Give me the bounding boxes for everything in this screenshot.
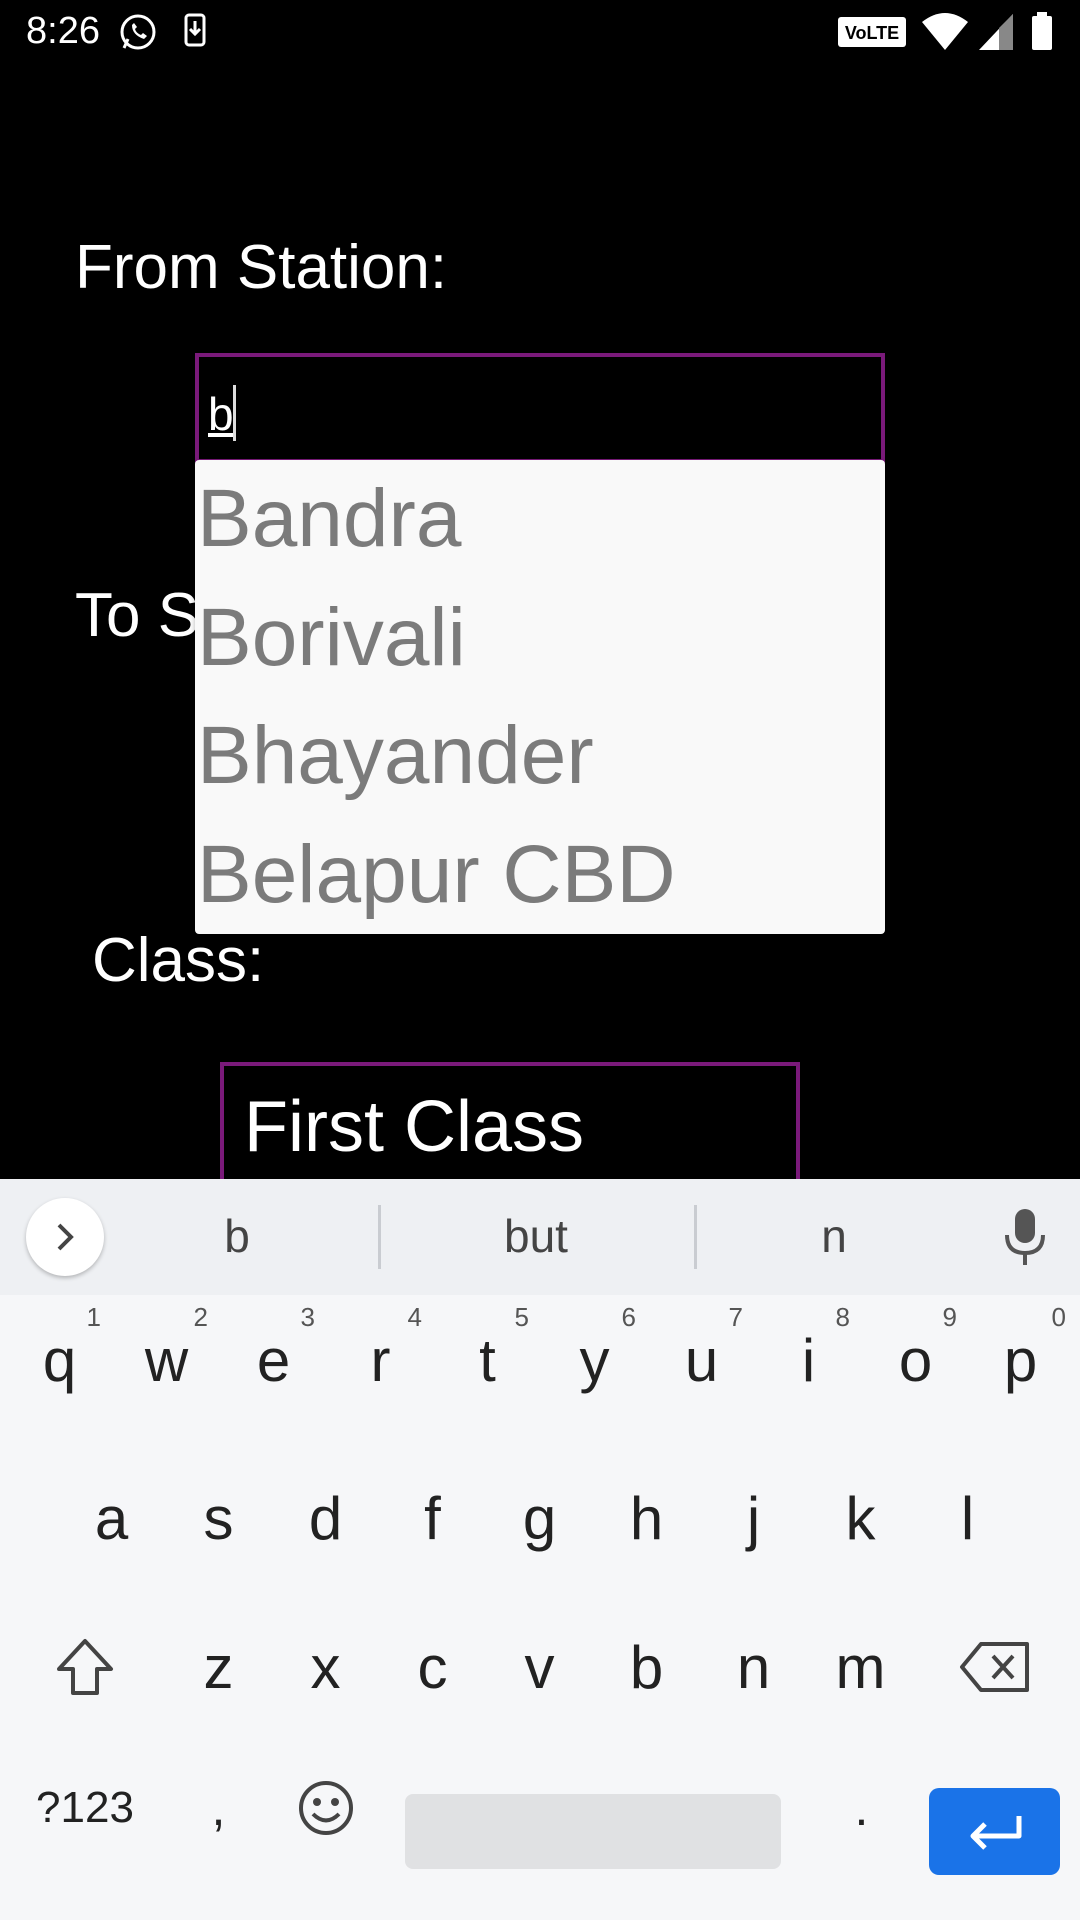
- key-label: w: [144, 1326, 189, 1394]
- wifi-icon: [920, 12, 970, 57]
- key-hint: 5: [514, 1302, 529, 1332]
- emoji-key[interactable]: [272, 1759, 379, 1857]
- key-r[interactable]: r4: [327, 1302, 434, 1418]
- backspace-key[interactable]: [935, 1609, 1055, 1725]
- key-o[interactable]: o9: [862, 1302, 969, 1418]
- key-x[interactable]: x: [272, 1609, 379, 1725]
- signal-icon: [977, 12, 1015, 57]
- enter-arrow-icon: [970, 1815, 1021, 1850]
- soft-keyboard: b but n q1 w2 e3 r4 t5 y6 u7 i8 o9 p0 a …: [0, 1179, 1080, 1920]
- whatsapp-icon: [118, 12, 158, 57]
- key-label: t: [479, 1326, 496, 1394]
- suggestion-item[interactable]: Bandra: [195, 460, 885, 579]
- key-label: q: [42, 1326, 77, 1394]
- key-p[interactable]: p0: [967, 1302, 1074, 1418]
- key-label: i: [801, 1326, 816, 1394]
- battery-icon: [1030, 12, 1054, 57]
- text-cursor: [233, 385, 236, 441]
- key-k[interactable]: k: [807, 1460, 914, 1576]
- key-hint: 7: [728, 1302, 743, 1332]
- from-station-label: From Station:: [75, 233, 448, 302]
- key-f[interactable]: f: [379, 1460, 486, 1576]
- key-hint: 3: [300, 1302, 315, 1332]
- key-j[interactable]: j: [700, 1460, 807, 1576]
- key-e[interactable]: e3: [220, 1302, 327, 1418]
- status-time: 8:26: [26, 10, 100, 52]
- period-key[interactable]: .: [808, 1759, 915, 1857]
- suggestion-divider: [694, 1205, 697, 1269]
- suggestion-strip: b but n: [0, 1179, 1080, 1295]
- voice-input-button[interactable]: [995, 1205, 1055, 1269]
- key-label: y: [579, 1326, 610, 1394]
- shift-key[interactable]: [30, 1609, 140, 1725]
- microphone-icon: [1005, 1209, 1045, 1265]
- key-hint: 4: [407, 1302, 422, 1332]
- symbols-key[interactable]: ?123: [20, 1759, 150, 1857]
- volte-label: VoLTE: [845, 23, 899, 43]
- key-a[interactable]: a: [58, 1460, 165, 1576]
- word-suggestion[interactable]: b: [137, 1209, 337, 1263]
- key-n[interactable]: n: [700, 1609, 807, 1725]
- expand-toolbar-button[interactable]: [26, 1198, 104, 1276]
- key-m[interactable]: m: [807, 1609, 914, 1725]
- key-label: o: [898, 1326, 933, 1394]
- key-d[interactable]: d: [272, 1460, 379, 1576]
- key-hint: 6: [621, 1302, 636, 1332]
- to-station-label: To S: [75, 581, 200, 650]
- from-station-value: b: [208, 388, 234, 440]
- key-q[interactable]: q1: [6, 1302, 113, 1418]
- volte-icon: VoLTE: [838, 17, 906, 52]
- status-bar: 8:26 VoLTE: [0, 0, 1080, 64]
- key-b[interactable]: b: [593, 1609, 700, 1725]
- shift-icon: [57, 1639, 113, 1695]
- key-v[interactable]: v: [486, 1609, 593, 1725]
- key-label: u: [684, 1326, 719, 1394]
- key-hint: 9: [942, 1302, 957, 1332]
- key-c[interactable]: c: [379, 1609, 486, 1725]
- word-suggestion[interactable]: but: [436, 1209, 636, 1263]
- enter-button[interactable]: [929, 1788, 1060, 1875]
- key-g[interactable]: g: [486, 1460, 593, 1576]
- space-bar[interactable]: [405, 1794, 781, 1869]
- key-u[interactable]: u7: [648, 1302, 755, 1418]
- class-selector[interactable]: First Class: [220, 1062, 800, 1192]
- from-station-input[interactable]: b: [195, 353, 885, 463]
- chevron-right-icon: [57, 1223, 74, 1251]
- download-icon: [183, 12, 209, 57]
- key-l[interactable]: l: [914, 1460, 1021, 1576]
- class-label: Class:: [92, 926, 265, 995]
- comma-key[interactable]: ,: [165, 1759, 272, 1857]
- key-s[interactable]: s: [165, 1460, 272, 1576]
- key-hint: 1: [86, 1302, 101, 1332]
- emoji-icon: [298, 1781, 353, 1835]
- key-y[interactable]: y6: [541, 1302, 648, 1418]
- key-hint: 0: [1051, 1302, 1066, 1332]
- key-hint: 2: [193, 1302, 208, 1332]
- suggestion-item[interactable]: Borivali: [195, 579, 885, 698]
- class-value: First Class: [244, 1087, 584, 1167]
- station-suggestion-list: Bandra Borivali Bhayander Belapur CBD: [195, 460, 885, 934]
- key-h[interactable]: h: [593, 1460, 700, 1576]
- suggestion-item[interactable]: Belapur CBD: [195, 816, 885, 935]
- key-w[interactable]: w2: [113, 1302, 220, 1418]
- word-suggestion[interactable]: n: [734, 1209, 934, 1263]
- key-i[interactable]: i8: [755, 1302, 862, 1418]
- key-hint: 8: [835, 1302, 850, 1332]
- backspace-icon: [960, 1642, 1029, 1692]
- key-label: r: [370, 1326, 391, 1394]
- key-t[interactable]: t5: [434, 1302, 541, 1418]
- suggestion-divider: [378, 1205, 381, 1269]
- key-z[interactable]: z: [165, 1609, 272, 1725]
- key-label: e: [256, 1326, 291, 1394]
- key-label: p: [1003, 1326, 1038, 1394]
- suggestion-item[interactable]: Bhayander: [195, 697, 885, 816]
